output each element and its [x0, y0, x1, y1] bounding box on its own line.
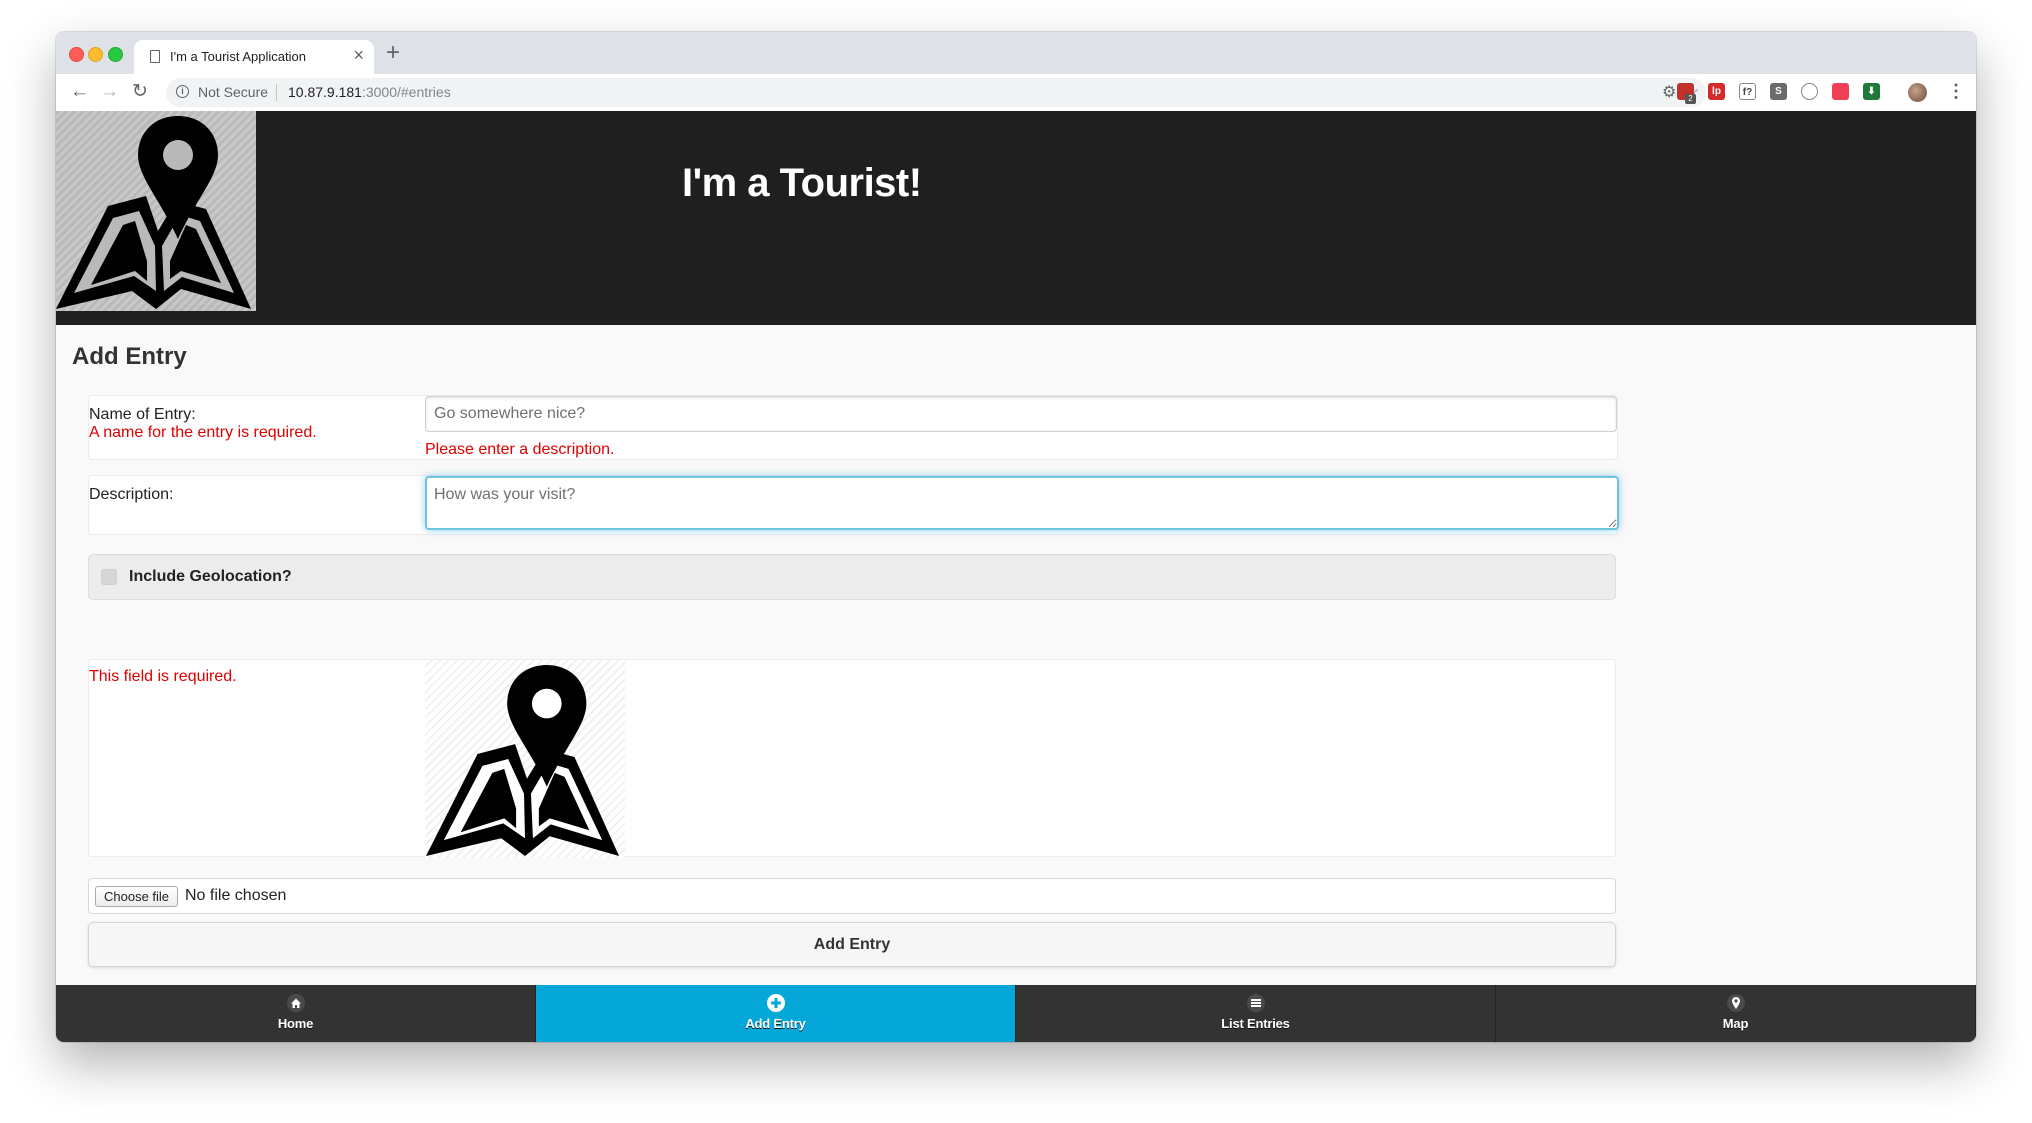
- name-input[interactable]: [425, 396, 1617, 432]
- map-pin-preview-icon: [426, 664, 620, 857]
- download-ext-icon[interactable]: ⬇: [1863, 83, 1880, 100]
- back-arrow-icon[interactable]: ←: [70, 80, 89, 104]
- no-file-text: No file chosen: [185, 887, 287, 904]
- url-divider: [276, 84, 277, 101]
- app-title: I'm a Tourist!: [682, 161, 922, 205]
- security-label[interactable]: Not Secure: [198, 84, 268, 100]
- nav-list-entries-label: List Entries: [1221, 1016, 1290, 1031]
- translate-icon[interactable]: ⚙: [1662, 83, 1676, 103]
- lastpass-icon[interactable]: lp: [1708, 83, 1725, 100]
- description-error: Please enter a description.: [425, 441, 615, 458]
- plus-circle-icon: [766, 994, 785, 1012]
- location-pin-icon: [1726, 994, 1745, 1012]
- app-header: I'm a Tourist!: [56, 111, 1976, 325]
- profile-avatar[interactable]: [1908, 83, 1927, 102]
- nav-map[interactable]: Map: [1496, 985, 1976, 1042]
- info-icon[interactable]: i: [176, 85, 189, 98]
- geolocation-toggle[interactable]: Include Geolocation?: [88, 554, 1616, 600]
- name-error: A name for the entry is required.: [89, 424, 317, 441]
- add-entry-button[interactable]: Add Entry: [88, 922, 1616, 967]
- main-content: Add Entry Name of Entry: A name for the …: [56, 325, 1976, 985]
- maximize-window-button[interactable]: [108, 47, 123, 62]
- tab-close-icon[interactable]: ×: [353, 45, 364, 65]
- url-path: :3000/#entries: [361, 84, 451, 100]
- nav-add-entry-label: Add Entry: [745, 1016, 806, 1031]
- description-textarea[interactable]: [425, 476, 1619, 530]
- address-bar[interactable]: i Not Secure 10.87.9.181:3000/#entries ⚙…: [166, 78, 1706, 107]
- image-field-row: This field is required.: [88, 659, 1616, 858]
- circle-ext-icon[interactable]: [1801, 83, 1818, 100]
- nav-list-entries[interactable]: List Entries: [1016, 985, 1496, 1042]
- forward-arrow-icon[interactable]: →: [100, 80, 119, 104]
- tab-strip: I'm a Tourist Application × +: [56, 32, 1976, 74]
- geolocation-checkbox[interactable]: [101, 569, 117, 585]
- ublock-badge: 2: [1685, 94, 1696, 104]
- nav-home[interactable]: Home: [56, 985, 536, 1042]
- browser-tab[interactable]: I'm a Tourist Application ×: [134, 40, 374, 74]
- minimize-window-button[interactable]: [88, 47, 103, 62]
- formula-icon[interactable]: f?: [1739, 83, 1756, 100]
- map-pin-logo-icon: [56, 116, 251, 309]
- geolocation-label[interactable]: Include Geolocation?: [129, 568, 292, 586]
- url-host: 10.87.9.181: [288, 84, 362, 100]
- browser-window: I'm a Tourist Application × + ← → ↻ i No…: [56, 32, 1976, 1042]
- file-input[interactable]: Choose file No file chosen: [88, 878, 1616, 914]
- nav-map-label: Map: [1722, 1016, 1749, 1031]
- description-field-row: Description:: [88, 475, 1619, 535]
- footer-navbar: Home Add Entry List Entries Map: [56, 985, 1976, 1042]
- bars-icon: [1246, 994, 1265, 1012]
- tab-title: I'm a Tourist Application: [170, 49, 306, 64]
- new-tab-button[interactable]: +: [386, 38, 400, 68]
- browser-toolbar: ← → ↻ i Not Secure 10.87.9.181:3000/#ent…: [56, 74, 1976, 112]
- screenshot-icon[interactable]: S: [1770, 83, 1787, 100]
- nav-home-label: Home: [277, 1016, 314, 1031]
- document-icon: [150, 50, 160, 63]
- name-label: Name of Entry:: [89, 406, 196, 423]
- home-icon: [286, 994, 305, 1012]
- app-logo: [56, 111, 256, 311]
- nav-add-entry[interactable]: Add Entry: [536, 985, 1016, 1042]
- pocket-icon[interactable]: [1832, 83, 1849, 100]
- description-label: Description:: [89, 486, 174, 503]
- image-error: This field is required.: [89, 668, 237, 685]
- more-menu-icon[interactable]: ⋮: [1947, 79, 1965, 103]
- name-field-row: Name of Entry: A name for the entry is r…: [88, 395, 1618, 460]
- reload-icon[interactable]: ↻: [132, 80, 148, 104]
- page-title: Add Entry: [72, 343, 187, 370]
- close-window-button[interactable]: [69, 47, 84, 62]
- choose-file-button[interactable]: Choose file: [95, 886, 179, 907]
- url-text[interactable]: 10.87.9.181:3000/#entries: [288, 84, 451, 100]
- image-preview: [425, 660, 625, 858]
